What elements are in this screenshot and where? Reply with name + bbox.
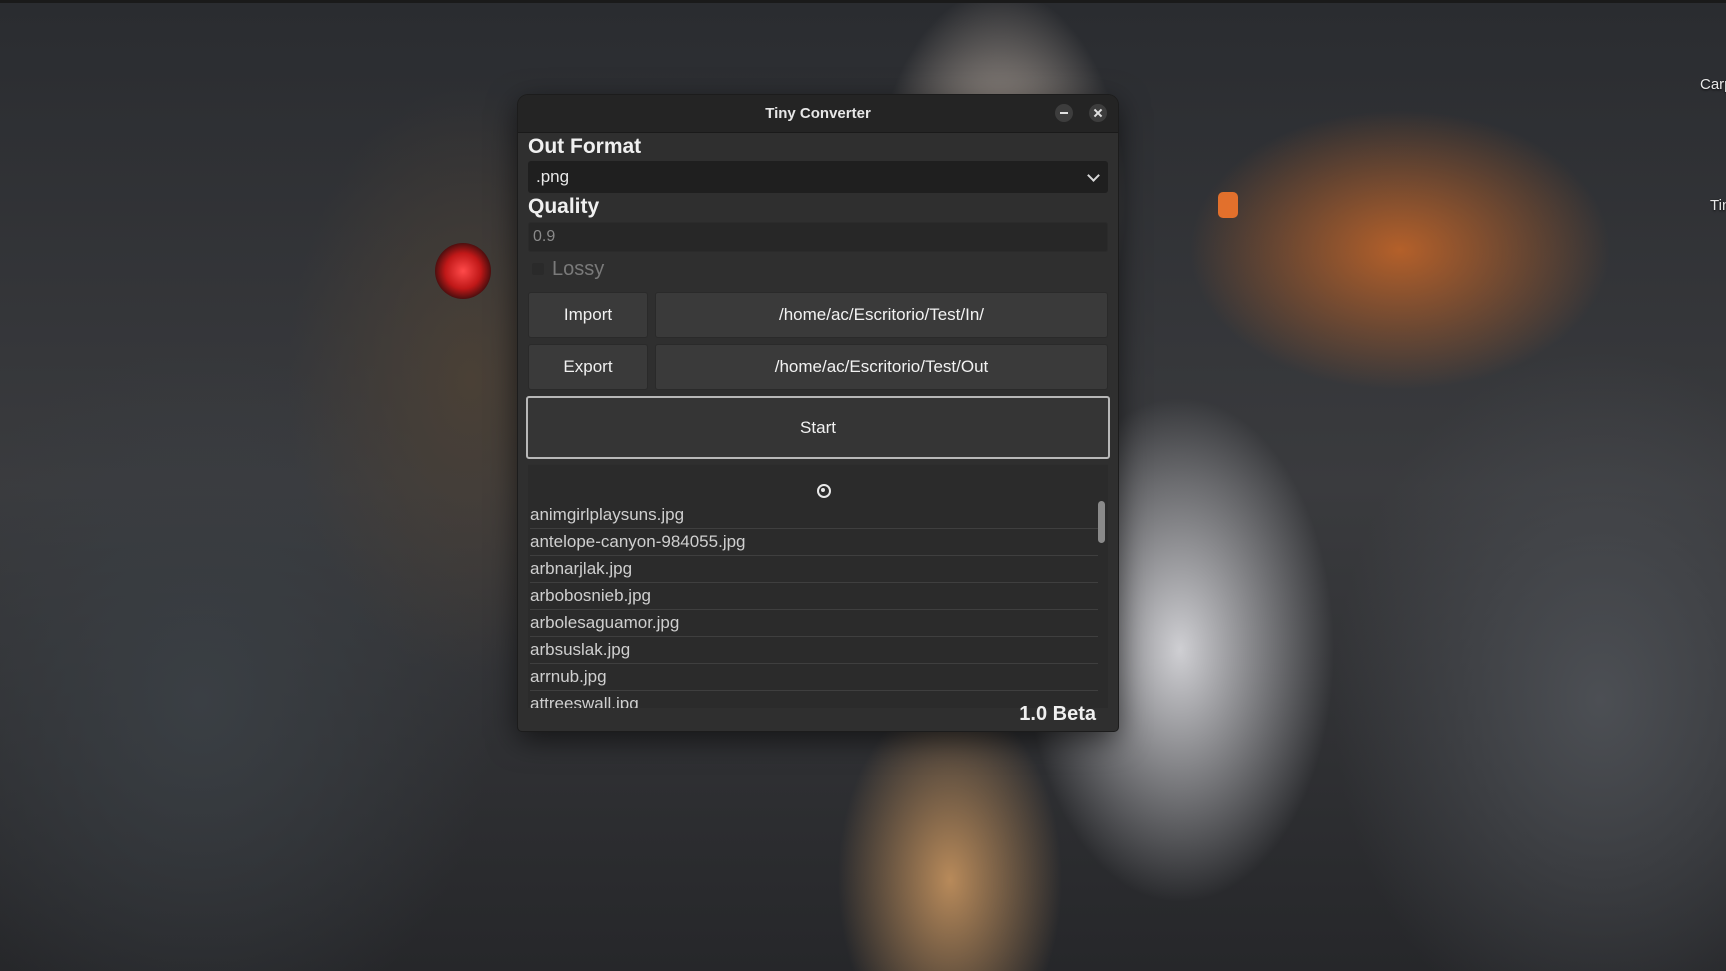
quality-label: Quality	[528, 195, 600, 218]
start-button[interactable]: Start	[526, 396, 1110, 459]
desktop-wallpaper: Carp Tin Tiny Converter Out Format .png …	[0, 0, 1726, 971]
out-format-label: Out Format	[528, 135, 642, 158]
export-path-field[interactable]: /home/ac/Escritorio/Test/Out	[655, 344, 1108, 390]
file-list[interactable]: animgirlplaysuns.jpg antelope-canyon-984…	[528, 464, 1108, 708]
chevron-down-icon	[1087, 169, 1100, 182]
close-icon[interactable]	[1089, 104, 1107, 122]
out-format-select[interactable]: .png	[528, 161, 1108, 193]
app-window: Tiny Converter Out Format .png Quality 0…	[518, 95, 1118, 731]
file-list-item[interactable]: animgirlplaysuns.jpg	[530, 502, 1098, 529]
file-list-item[interactable]: arbsuslak.jpg	[530, 637, 1098, 664]
desktop-icon-label[interactable]: Carp	[1700, 76, 1726, 93]
version-label: 1.0 Beta	[1019, 703, 1096, 725]
lossy-label: Lossy	[552, 258, 605, 280]
export-button[interactable]: Export	[528, 344, 648, 390]
file-list-item[interactable]: antelope-canyon-984055.jpg	[530, 529, 1098, 556]
window-title: Tiny Converter	[765, 105, 871, 122]
out-format-value: .png	[536, 167, 570, 186]
scrollbar-thumb[interactable]	[1098, 501, 1105, 543]
import-button[interactable]: Import	[528, 292, 648, 338]
file-list-item[interactable]: arrnub.jpg	[530, 664, 1098, 691]
loading-spinner-icon	[817, 484, 831, 498]
minimize-icon[interactable]	[1055, 104, 1073, 122]
desktop-icon-label[interactable]: Tin	[1710, 197, 1726, 214]
wallpaper-detail-orange-light	[1218, 192, 1238, 218]
import-path-field[interactable]: /home/ac/Escritorio/Test/In/	[655, 292, 1108, 338]
file-list-item[interactable]: arbobosnieb.jpg	[530, 583, 1098, 610]
top-panel	[0, 0, 1726, 3]
quality-input[interactable]: 0.9	[528, 222, 1108, 252]
file-list-item[interactable]: attreeswall.jpg	[530, 691, 1098, 708]
file-list-item[interactable]: arbolesaguamor.jpg	[530, 610, 1098, 637]
wallpaper-detail-red-light	[435, 243, 491, 299]
file-list-scrollbar[interactable]	[1098, 495, 1106, 705]
file-list-item[interactable]: arbnarjlak.jpg	[530, 556, 1098, 583]
title-bar[interactable]: Tiny Converter	[518, 95, 1118, 133]
lossy-checkbox[interactable]	[532, 263, 544, 275]
